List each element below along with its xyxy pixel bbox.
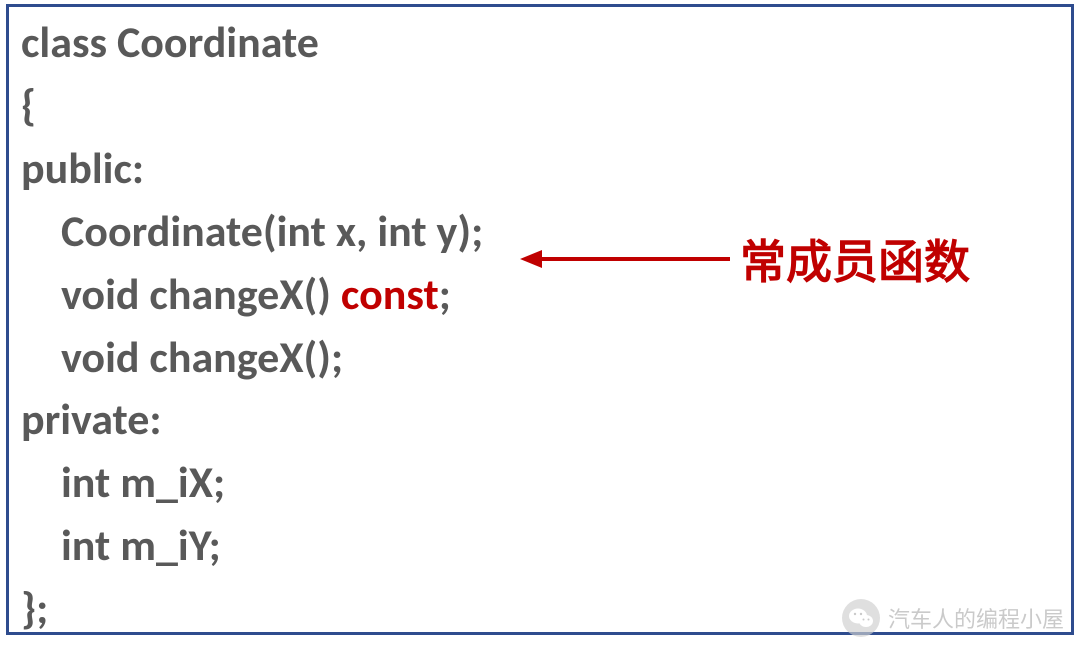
code-line-6: void changeX();	[21, 326, 1059, 389]
code-line-7: private:	[21, 388, 1059, 451]
watermark: 汽车人的编程小屋	[842, 599, 1064, 637]
code-line-3: public:	[21, 137, 1059, 200]
code-line-5-prefix: void changeX()	[61, 267, 341, 321]
annotation: 常成员函数	[520, 226, 970, 292]
code-line-9: int m_iY;	[21, 514, 1059, 577]
code-line-2: {	[21, 74, 1059, 137]
code-box: class Coordinate { public: Coordinate(in…	[6, 4, 1074, 635]
code-line-1: class Coordinate	[21, 11, 1059, 74]
code-line-8: int m_iX;	[21, 451, 1059, 514]
watermark-text: 汽车人的编程小屋	[888, 602, 1064, 634]
arrow-container	[520, 234, 730, 284]
annotation-text: 常成员函数	[740, 226, 970, 292]
wechat-icon	[842, 599, 880, 637]
code-line-5-suffix: ;	[439, 267, 451, 321]
arrow-left-icon	[520, 244, 730, 274]
const-keyword: const	[341, 267, 439, 321]
